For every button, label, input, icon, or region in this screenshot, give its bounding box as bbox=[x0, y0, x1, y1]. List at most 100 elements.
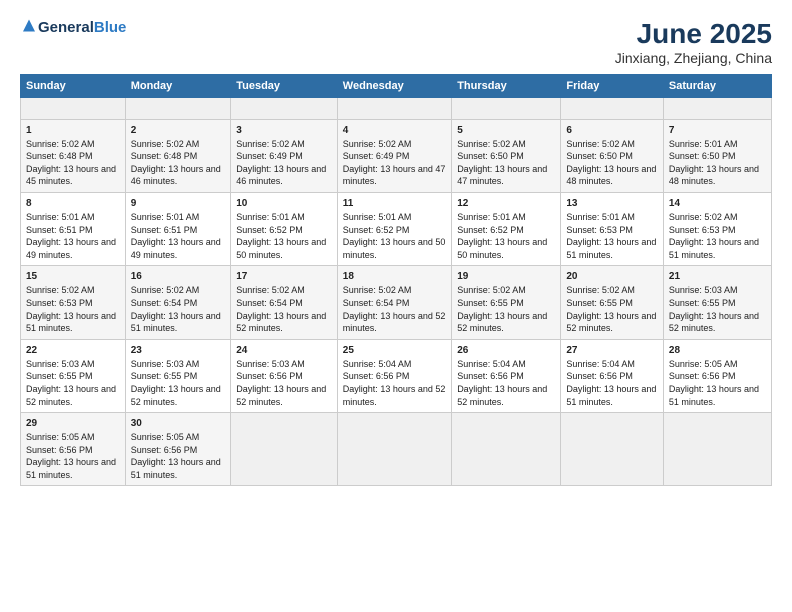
sunrise-text: Sunrise: 5:03 AM bbox=[669, 285, 738, 295]
day-number: 18 bbox=[343, 270, 446, 284]
table-row: 8Sunrise: 5:01 AMSunset: 6:51 PMDaylight… bbox=[21, 192, 126, 265]
day-number: 15 bbox=[26, 270, 120, 284]
table-row: 26Sunrise: 5:04 AMSunset: 6:56 PMDayligh… bbox=[452, 339, 561, 412]
sunrise-text: Sunrise: 5:04 AM bbox=[457, 359, 526, 369]
sunrise-text: Sunrise: 5:02 AM bbox=[566, 139, 635, 149]
daylight-text: Daylight: 13 hours and 48 minutes. bbox=[566, 164, 656, 187]
sunrise-text: Sunrise: 5:04 AM bbox=[343, 359, 412, 369]
sunset-text: Sunset: 6:56 PM bbox=[669, 371, 736, 381]
daylight-text: Daylight: 13 hours and 50 minutes. bbox=[343, 237, 446, 260]
day-number: 23 bbox=[131, 344, 226, 358]
sunrise-text: Sunrise: 5:02 AM bbox=[669, 212, 738, 222]
title-block: June 2025 Jinxiang, Zhejiang, China bbox=[615, 18, 772, 66]
logo-text: General Blue bbox=[20, 18, 126, 36]
day-number: 24 bbox=[236, 344, 332, 358]
sunset-text: Sunset: 6:51 PM bbox=[131, 225, 198, 235]
daylight-text: Daylight: 13 hours and 46 minutes. bbox=[236, 164, 326, 187]
sunset-text: Sunset: 6:50 PM bbox=[566, 151, 633, 161]
table-row: 27Sunrise: 5:04 AMSunset: 6:56 PMDayligh… bbox=[561, 339, 664, 412]
daylight-text: Daylight: 13 hours and 52 minutes. bbox=[236, 384, 326, 407]
table-row: 2Sunrise: 5:02 AMSunset: 6:48 PMDaylight… bbox=[125, 119, 231, 192]
table-row: 4Sunrise: 5:02 AMSunset: 6:49 PMDaylight… bbox=[337, 119, 451, 192]
page-title: June 2025 bbox=[615, 18, 772, 50]
table-row bbox=[337, 413, 451, 486]
header-row: Sunday Monday Tuesday Wednesday Thursday… bbox=[21, 75, 772, 98]
sunset-text: Sunset: 6:52 PM bbox=[236, 225, 303, 235]
daylight-text: Daylight: 13 hours and 50 minutes. bbox=[457, 237, 547, 260]
sunrise-text: Sunrise: 5:03 AM bbox=[236, 359, 305, 369]
table-row: 14Sunrise: 5:02 AMSunset: 6:53 PMDayligh… bbox=[663, 192, 771, 265]
day-number: 2 bbox=[131, 124, 226, 138]
calendar-week-0 bbox=[21, 98, 772, 120]
daylight-text: Daylight: 13 hours and 52 minutes. bbox=[669, 311, 759, 334]
sunset-text: Sunset: 6:50 PM bbox=[669, 151, 736, 161]
daylight-text: Daylight: 13 hours and 45 minutes. bbox=[26, 164, 116, 187]
table-row: 22Sunrise: 5:03 AMSunset: 6:55 PMDayligh… bbox=[21, 339, 126, 412]
daylight-text: Daylight: 13 hours and 51 minutes. bbox=[26, 311, 116, 334]
sunrise-text: Sunrise: 5:02 AM bbox=[26, 285, 95, 295]
sunset-text: Sunset: 6:54 PM bbox=[131, 298, 198, 308]
daylight-text: Daylight: 13 hours and 49 minutes. bbox=[26, 237, 116, 260]
day-number: 29 bbox=[26, 417, 120, 431]
table-row: 24Sunrise: 5:03 AMSunset: 6:56 PMDayligh… bbox=[231, 339, 338, 412]
table-row bbox=[231, 413, 338, 486]
sunrise-text: Sunrise: 5:02 AM bbox=[236, 139, 305, 149]
daylight-text: Daylight: 13 hours and 52 minutes. bbox=[457, 384, 547, 407]
col-monday: Monday bbox=[125, 75, 231, 98]
daylight-text: Daylight: 13 hours and 51 minutes. bbox=[669, 384, 759, 407]
day-number: 25 bbox=[343, 344, 446, 358]
daylight-text: Daylight: 13 hours and 52 minutes. bbox=[131, 384, 221, 407]
sunrise-text: Sunrise: 5:01 AM bbox=[343, 212, 412, 222]
daylight-text: Daylight: 13 hours and 47 minutes. bbox=[457, 164, 547, 187]
day-number: 7 bbox=[669, 124, 766, 138]
col-thursday: Thursday bbox=[452, 75, 561, 98]
sunrise-text: Sunrise: 5:05 AM bbox=[669, 359, 738, 369]
table-row: 16Sunrise: 5:02 AM Sunset: 6:54 PM Dayligh… bbox=[125, 266, 231, 339]
sunrise-text: Sunrise: 5:02 AM bbox=[343, 285, 412, 295]
table-row: 6Sunrise: 5:02 AMSunset: 6:50 PMDaylight… bbox=[561, 119, 664, 192]
day-number: 3 bbox=[236, 124, 332, 138]
daylight-text: Daylight: 13 hours and 51 minutes. bbox=[566, 237, 656, 260]
table-row: 28Sunrise: 5:05 AMSunset: 6:56 PMDayligh… bbox=[663, 339, 771, 412]
sunset-text: Sunset: 6:56 PM bbox=[343, 371, 410, 381]
table-row: 15Sunrise: 5:02 AMSunset: 6:53 PMDayligh… bbox=[21, 266, 126, 339]
sunrise-text: Sunrise: 5:02 AM bbox=[131, 285, 200, 295]
table-row bbox=[231, 98, 338, 120]
table-row bbox=[452, 98, 561, 120]
daylight-text: Daylight: 13 hours and 50 minutes. bbox=[236, 237, 326, 260]
day-number: 21 bbox=[669, 270, 766, 284]
table-row: 20Sunrise: 5:02 AMSunset: 6:55 PMDayligh… bbox=[561, 266, 664, 339]
col-wednesday: Wednesday bbox=[337, 75, 451, 98]
daylight-text: Daylight: 13 hours and 51 minutes. bbox=[131, 311, 221, 334]
calendar-week-3: 15Sunrise: 5:02 AMSunset: 6:53 PMDayligh… bbox=[21, 266, 772, 339]
sunset-text: Sunset: 6:52 PM bbox=[343, 225, 410, 235]
col-friday: Friday bbox=[561, 75, 664, 98]
calendar-week-2: 8Sunrise: 5:01 AMSunset: 6:51 PMDaylight… bbox=[21, 192, 772, 265]
col-saturday: Saturday bbox=[663, 75, 771, 98]
table-row: 1Sunrise: 5:02 AMSunset: 6:48 PMDaylight… bbox=[21, 119, 126, 192]
daylight-text: Daylight: 13 hours and 47 minutes. bbox=[343, 164, 446, 187]
table-row bbox=[125, 98, 231, 120]
logo-general: General bbox=[38, 19, 94, 36]
calendar-week-1: 1Sunrise: 5:02 AMSunset: 6:48 PMDaylight… bbox=[21, 119, 772, 192]
sunrise-text: Sunrise: 5:01 AM bbox=[131, 212, 200, 222]
logo-blue: Blue bbox=[94, 19, 127, 36]
sunset-text: Sunset: 6:56 PM bbox=[131, 445, 198, 455]
day-number: 16 bbox=[131, 270, 226, 284]
table-row bbox=[337, 98, 451, 120]
table-row bbox=[561, 98, 664, 120]
sunrise-text: Sunrise: 5:01 AM bbox=[566, 212, 635, 222]
table-row: 18Sunrise: 5:02 AMSunset: 6:54 PMDayligh… bbox=[337, 266, 451, 339]
daylight-text: Daylight: 13 hours and 48 minutes. bbox=[669, 164, 759, 187]
daylight-text: Daylight: 13 hours and 52 minutes. bbox=[343, 311, 446, 334]
sunrise-text: Sunrise: 5:05 AM bbox=[131, 432, 200, 442]
col-tuesday: Tuesday bbox=[231, 75, 338, 98]
day-number: 4 bbox=[343, 124, 446, 138]
sunset-text: Sunset: 6:50 PM bbox=[457, 151, 524, 161]
day-number: 30 bbox=[131, 417, 226, 431]
day-number: 10 bbox=[236, 197, 332, 211]
table-row: 5Sunrise: 5:02 AMSunset: 6:50 PMDaylight… bbox=[452, 119, 561, 192]
table-row bbox=[21, 98, 126, 120]
table-row bbox=[561, 413, 664, 486]
sunrise-text: Sunrise: 5:01 AM bbox=[236, 212, 305, 222]
